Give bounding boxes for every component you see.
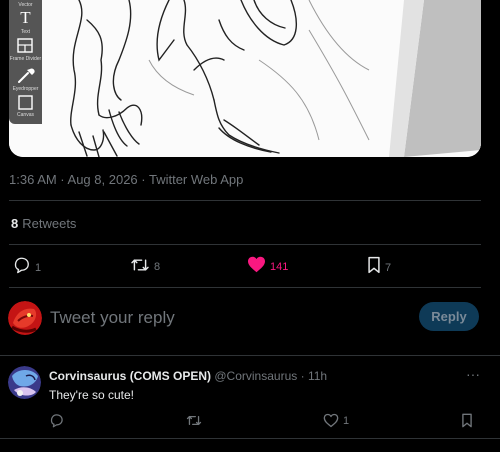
comment-bookmark-action[interactable] [461, 413, 473, 428]
canvas-label: Canvas [17, 112, 34, 118]
commenter-handle[interactable]: @Corvinsaurus [214, 369, 297, 383]
retweet-icon [186, 415, 202, 426]
comment-text: They're so cute! [49, 388, 134, 402]
bookmark-action[interactable]: 7 [367, 256, 391, 274]
reply-input[interactable]: Tweet your reply [50, 308, 175, 328]
heart-icon [323, 413, 339, 428]
retweet-icon [131, 259, 149, 271]
bookmark-icon [368, 256, 380, 274]
commenter-avatar[interactable] [8, 366, 41, 399]
reply-count: 1 [35, 262, 42, 274]
tweet-timestamp[interactable]: 1:36 AM · Aug 8, 2026 · Twitter Web App [9, 172, 243, 187]
reply-icon [50, 414, 63, 428]
eyedropper-label: Eyedropper [12, 86, 39, 92]
divider [9, 200, 481, 201]
retweets-label: Retweets [22, 216, 77, 231]
commenter-name[interactable]: Corvinsaurus (COMS OPEN) [49, 369, 211, 383]
text-label: Text [20, 29, 31, 35]
tool-eyedropper[interactable]: Eyedropper [9, 66, 42, 92]
divider [9, 244, 481, 245]
avatar-image [8, 301, 42, 335]
bookmark-count: 7 [385, 262, 392, 274]
divider [9, 287, 481, 288]
comment-like-count: 1 [343, 414, 350, 427]
avatar-image [8, 366, 41, 399]
like-action[interactable]: 141 [247, 256, 288, 273]
eyedropper-icon [18, 68, 35, 83]
drawing-toolbar: Vector T Text Frame Divider Eyedropper C… [9, 0, 42, 124]
tool-text[interactable]: T Text [9, 8, 42, 36]
divider [0, 438, 500, 439]
retweet-count: 8 [154, 261, 161, 273]
reply-icon [14, 257, 29, 274]
retweet-action[interactable]: 8 [130, 257, 160, 273]
comment-time[interactable]: 11h [308, 369, 327, 383]
tool-canvas[interactable]: Canvas [9, 95, 42, 118]
retweets-stat[interactable]: 8 Retweets [11, 216, 76, 231]
more-options-icon[interactable]: ··· [466, 366, 480, 382]
comment-retweet-action[interactable] [186, 414, 206, 427]
divider [0, 355, 500, 356]
frame-divider-icon [17, 38, 33, 53]
retweet-total: 8 [11, 216, 19, 231]
meta-separator: · [300, 369, 305, 383]
tool-frame-divider[interactable]: Frame Divider [9, 38, 42, 62]
tweet-image[interactable] [9, 0, 481, 157]
reply-button[interactable]: Reply [419, 302, 479, 331]
user-avatar[interactable] [8, 301, 42, 335]
bookmark-icon [462, 413, 472, 428]
comment-header: Corvinsaurus (COMS OPEN) @Corvinsaurus ·… [49, 369, 327, 383]
text-icon: T [20, 8, 31, 27]
heart-icon [248, 256, 265, 273]
like-count: 141 [270, 260, 289, 273]
canvas-icon [18, 95, 33, 110]
frame-divider-label: Frame Divider [9, 56, 42, 62]
comment-reply-action[interactable] [49, 413, 68, 428]
comment-like-action[interactable]: 1 [323, 413, 349, 428]
reply-action[interactable]: 1 [12, 256, 41, 274]
sketch-illustration [9, 0, 481, 157]
